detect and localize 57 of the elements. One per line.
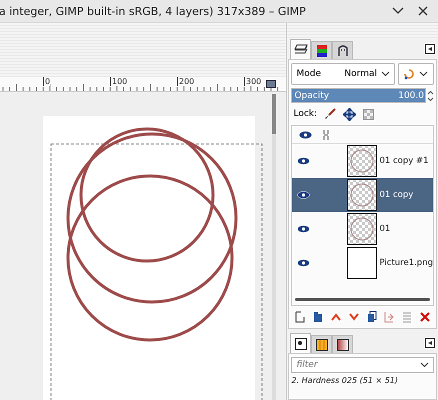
- ruler-label: 0: [43, 77, 50, 86]
- filter-field[interactable]: filter: [291, 357, 434, 373]
- new-layer-icon[interactable]: [295, 311, 306, 323]
- down-icon[interactable]: [348, 313, 359, 321]
- caret-icon: [419, 71, 428, 77]
- layer-row[interactable]: 01 copy: [292, 178, 433, 212]
- pattern-icon: [316, 338, 328, 350]
- opacity-slider[interactable]: Opacity 100.0: [291, 88, 426, 103]
- gradient-icon: [336, 338, 349, 350]
- eye-icon: [299, 130, 312, 138]
- folder-icon[interactable]: [313, 311, 324, 323]
- ruler-label: 100: [110, 77, 128, 86]
- brush-name: 2. Hardness 025 (51 × 51): [291, 376, 400, 385]
- scrollbar[interactable]: [272, 94, 276, 400]
- eye-icon[interactable]: [297, 259, 310, 267]
- rotate-icon: [403, 68, 415, 80]
- scrollbar[interactable]: [295, 298, 430, 301]
- layer-thumbnail: [347, 179, 378, 211]
- eye-icon[interactable]: [297, 191, 310, 199]
- panel-tab[interactable]: [332, 41, 354, 59]
- checkerboard-icon[interactable]: [363, 108, 374, 120]
- brush-icon[interactable]: [324, 108, 336, 120]
- delete-icon[interactable]: [420, 312, 430, 322]
- spin-icon[interactable]: [427, 90, 434, 102]
- duplicate-icon[interactable]: [366, 311, 377, 323]
- ruler-label: 200: [177, 77, 194, 86]
- channels-icon: [316, 44, 327, 56]
- up-icon[interactable]: [331, 313, 341, 321]
- panel-tab[interactable]: [311, 41, 332, 59]
- composite-dropdown[interactable]: [398, 63, 434, 85]
- close-icon[interactable]: [418, 6, 428, 16]
- panel-tab[interactable]: [311, 335, 332, 353]
- configure-icon[interactable]: [425, 338, 435, 348]
- caret-icon[interactable]: [420, 362, 429, 368]
- navigate-icon[interactable]: [266, 80, 276, 88]
- chain-icon: [322, 128, 330, 140]
- panel-tab[interactable]: [290, 333, 312, 353]
- layer-row[interactable]: 01 copy #1: [292, 144, 433, 178]
- minimize-icon[interactable]: [392, 7, 404, 15]
- paths-icon: [336, 44, 349, 56]
- layer-thumbnail: [347, 247, 378, 279]
- panel-tab[interactable]: [332, 335, 354, 353]
- lock-label: Lock:: [293, 109, 318, 119]
- caret-icon: [381, 71, 390, 77]
- layers-icon: [294, 44, 308, 56]
- layer-row[interactable]: Picture1.png: [292, 246, 433, 280]
- mode-dropdown[interactable]: Mode Normal: [291, 63, 395, 85]
- window-title: a integer, GIMP built-in sRGB, 4 layers) 317x389 – GIMP: [0, 4, 307, 18]
- layer-thumbnail: [347, 213, 378, 245]
- panel-tab[interactable]: [290, 39, 312, 59]
- eye-icon[interactable]: [297, 157, 310, 165]
- ruler-label: 300: [244, 77, 262, 86]
- move-icon[interactable]: [343, 108, 356, 120]
- eye-icon[interactable]: [297, 225, 310, 233]
- configure-icon[interactable]: [425, 44, 435, 54]
- layer-row[interactable]: 01: [292, 212, 433, 246]
- layer-thumbnail: [347, 145, 378, 177]
